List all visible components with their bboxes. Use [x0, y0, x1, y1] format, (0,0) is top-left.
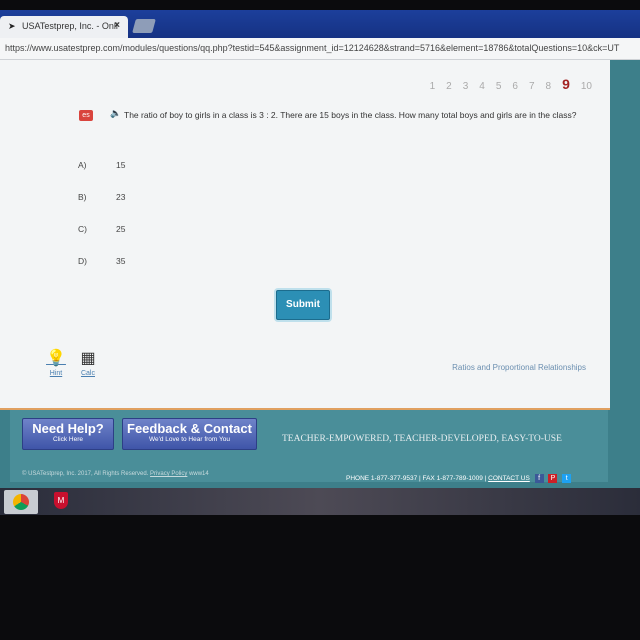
copyright: © USATestprep, Inc. 2017, All Rights Res…	[22, 471, 209, 477]
answer-choice[interactable]: D) 35	[78, 256, 125, 266]
question-nav-item[interactable]: 10	[581, 81, 592, 92]
tab-title: USATestprep, Inc. - Onli	[22, 21, 118, 31]
privacy-policy-link[interactable]: Privacy Policy	[150, 471, 187, 477]
hint-button[interactable]: 💡 Hint	[44, 348, 68, 377]
speaker-icon[interactable]: 🔈	[110, 108, 121, 119]
question-nav-item[interactable]: 1	[430, 81, 436, 92]
question-text: The ratio of boy to girls in a class is …	[124, 110, 577, 120]
choice-value: 23	[116, 192, 126, 202]
facebook-icon[interactable]: f	[534, 474, 544, 483]
submit-button[interactable]: Submit	[276, 290, 330, 320]
phone-fax: PHONE 1-877-377-9537 | FAX 1-877-789-100…	[346, 475, 487, 483]
pinterest-icon[interactable]: P	[548, 474, 558, 483]
hint-label: Hint	[49, 370, 63, 377]
answer-choice[interactable]: C) 25	[78, 224, 125, 234]
question-nav-item[interactable]: 4	[479, 81, 485, 92]
choice-value: 25	[116, 224, 126, 234]
choice-value: 35	[116, 256, 126, 266]
choice-letter: A)	[78, 160, 87, 170]
question-nav-item[interactable]: 5	[496, 81, 502, 92]
twitter-icon[interactable]: t	[562, 474, 572, 483]
chrome-taskbar-icon[interactable]	[4, 490, 38, 514]
question-nav: 1 2 3 4 5 6 7 8 9 10	[430, 76, 592, 92]
browser-tab[interactable]: ➤ USATestprep, Inc. - Onli ×	[0, 16, 128, 38]
feedback-button[interactable]: Feedback & Contact We'd Love to Hear fro…	[122, 418, 257, 450]
choice-letter: D)	[78, 256, 87, 266]
question-page: 1 2 3 4 5 6 7 8 9 10 es 🔈 The ratio of b…	[0, 60, 610, 410]
feedback-subtitle: We'd Love to Hear from You	[149, 436, 230, 443]
question-nav-item[interactable]: 6	[512, 81, 518, 92]
choice-value: 15	[116, 160, 126, 170]
close-tab-icon[interactable]: ×	[114, 20, 120, 31]
question-nav-item[interactable]: 2	[446, 81, 452, 92]
browser-tab-bar: ➤ USATestprep, Inc. - Onli ×	[0, 10, 640, 38]
tagline: TEACHER-EMPOWERED, TEACHER-DEVELOPED, EA…	[282, 434, 562, 444]
new-tab-button[interactable]	[132, 19, 156, 33]
question-nav-item[interactable]: 3	[463, 81, 469, 92]
copyright-text: © USATestprep, Inc. 2017, All Rights Res…	[22, 471, 149, 477]
taskbar: M	[0, 488, 640, 515]
question-nav-item[interactable]: 8	[546, 81, 552, 92]
answer-choice[interactable]: B) 23	[78, 192, 125, 202]
lightbulb-icon: 💡	[46, 350, 66, 367]
feedback-title: Feedback & Contact	[127, 421, 252, 436]
question-nav-current[interactable]: 9	[562, 76, 570, 92]
strand-label: Ratios and Proportional Relationships	[452, 363, 586, 372]
need-help-subtitle: Click Here	[53, 436, 83, 443]
calculator-icon: ▦	[80, 350, 96, 367]
mcafee-taskbar-icon[interactable]: M	[54, 492, 68, 509]
screen: ➤ USATestprep, Inc. - Onli × https://www…	[0, 10, 640, 515]
calc-button[interactable]: ▦ Calc	[76, 348, 100, 377]
choice-letter: C)	[78, 224, 87, 234]
server-label: www14	[189, 471, 209, 477]
calc-label: Calc	[80, 370, 95, 377]
address-bar[interactable]: https://www.usatestprep.com/modules/ques…	[0, 38, 640, 60]
cursor-icon: ➤	[8, 21, 16, 31]
answer-choice[interactable]: A) 15	[78, 160, 125, 170]
spanish-toggle[interactable]: es	[79, 110, 93, 121]
need-help-title: Need Help?	[32, 421, 104, 436]
contact-info: PHONE 1-877-377-9537 | FAX 1-877-789-100…	[346, 474, 572, 483]
question-nav-item[interactable]: 7	[529, 81, 535, 92]
need-help-button[interactable]: Need Help? Click Here	[22, 418, 114, 450]
choice-letter: B)	[78, 192, 87, 202]
contact-us-link[interactable]: CONTACT US	[488, 475, 530, 482]
